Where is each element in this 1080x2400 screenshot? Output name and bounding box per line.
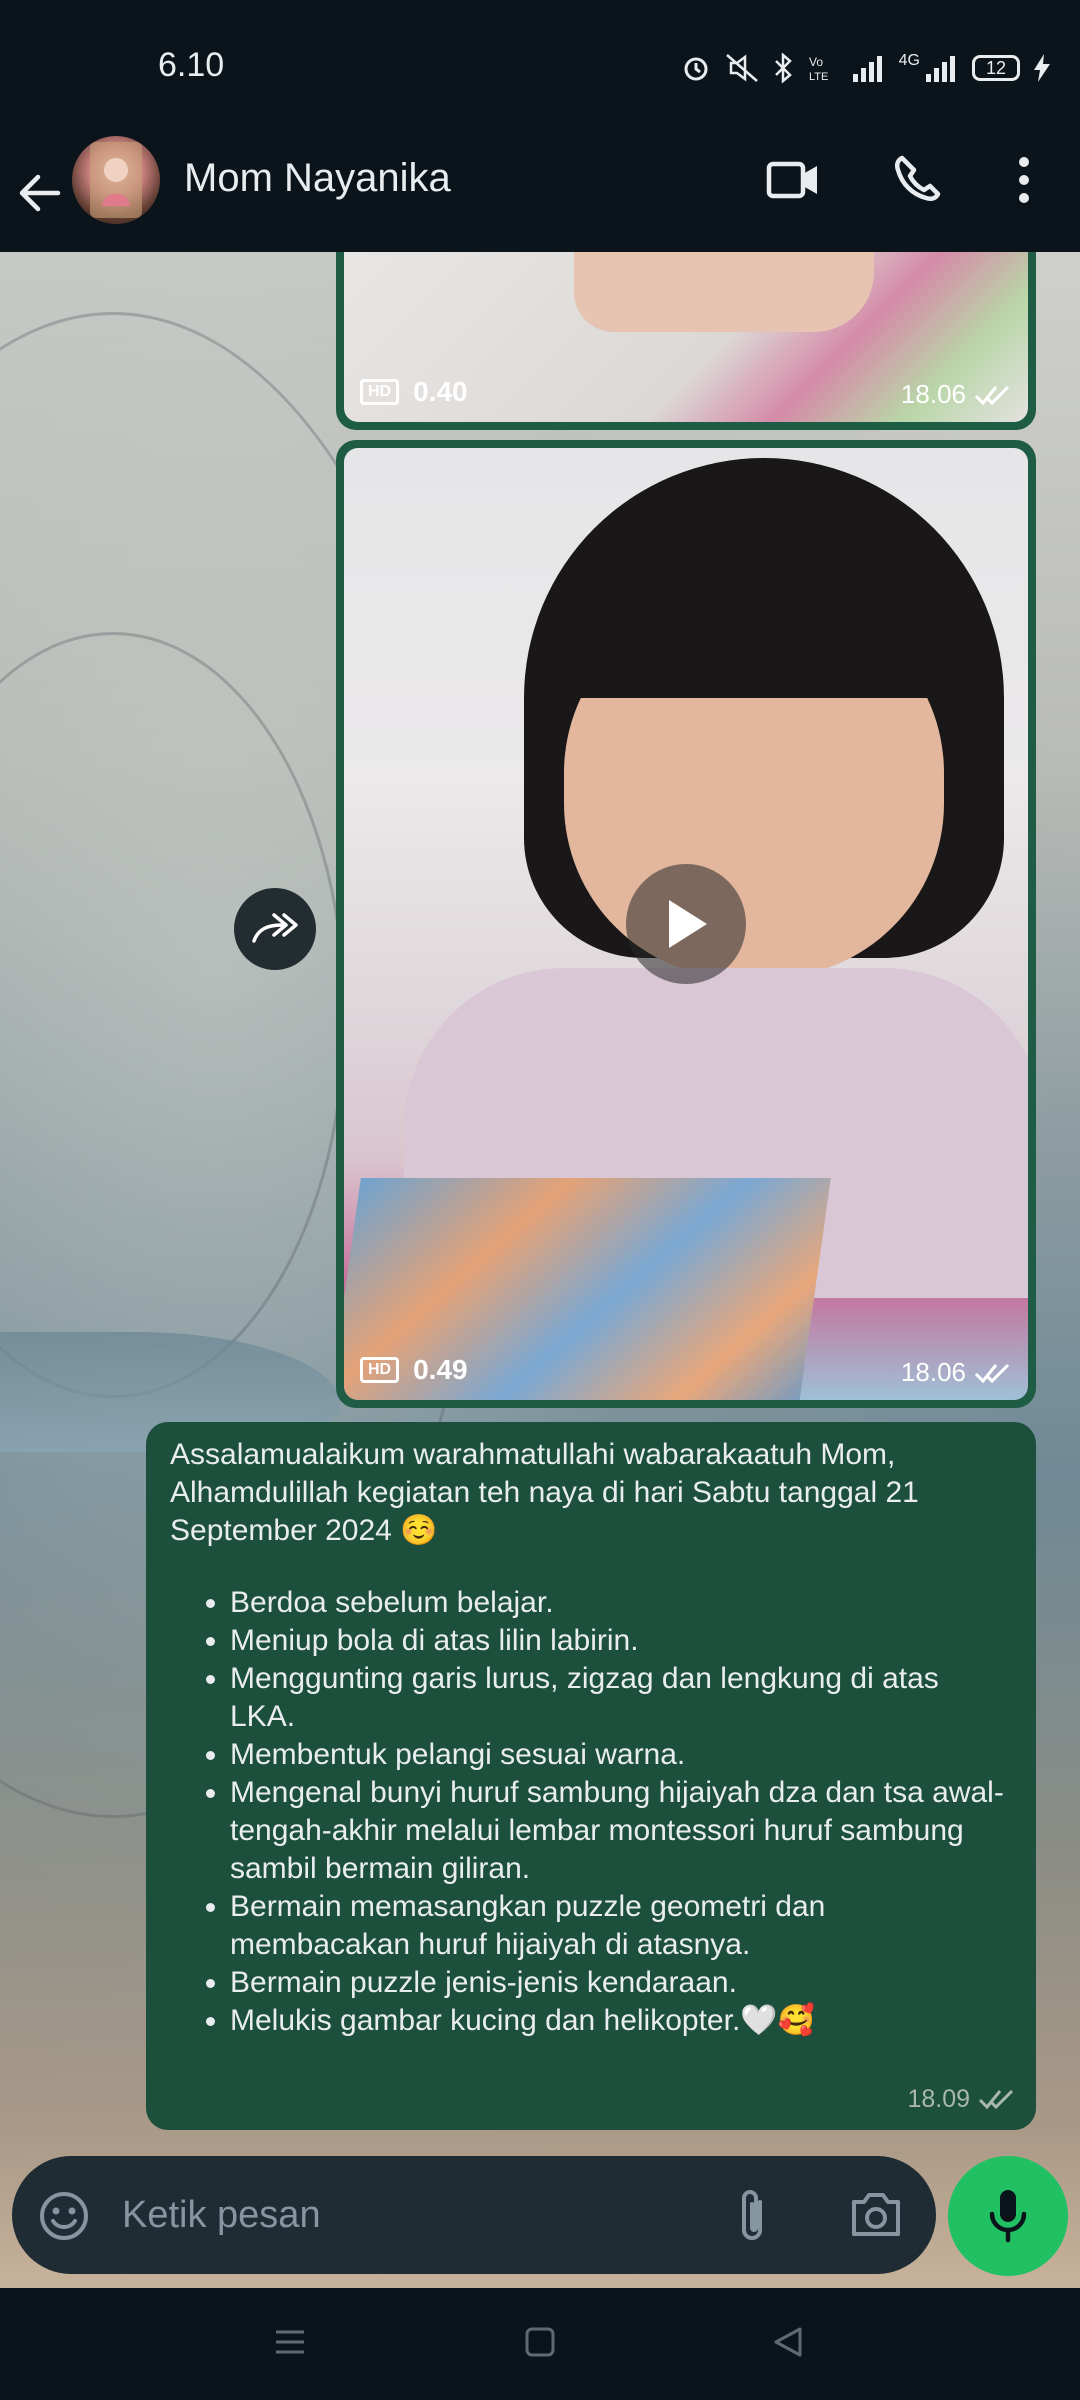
- list-item: Bermain memasangkan puzzle geometri dan …: [230, 1888, 1012, 1964]
- status-bar: 6.10 Vo LTE 4G 12: [0, 0, 1080, 134]
- phone-icon: [894, 155, 941, 202]
- svg-text:LTE: LTE: [809, 71, 828, 83]
- more-options-button[interactable]: [1006, 150, 1042, 215]
- hd-badge: HD: [360, 1357, 400, 1383]
- bluetooth-icon: [774, 53, 792, 83]
- home-button[interactable]: [522, 2324, 558, 2365]
- forward-icon: [252, 913, 298, 943]
- text-message[interactable]: Assalamualaikum warahmatullahi wabarakaa…: [146, 1422, 1036, 2130]
- attach-button[interactable]: [732, 2186, 772, 2251]
- video-call-button[interactable]: [766, 150, 822, 215]
- system-navigation-bar: [0, 2288, 1080, 2400]
- message-intro: Assalamualaikum warahmatullahi wabarakaa…: [170, 1438, 919, 1547]
- signal-icon-2: [926, 56, 955, 82]
- avatar-image: [90, 142, 142, 218]
- camera-icon: [852, 2193, 900, 2236]
- avatar[interactable]: [72, 136, 160, 224]
- hand-shape: [574, 252, 874, 332]
- menu-icon: [276, 2330, 304, 2354]
- bangs-shape: [544, 518, 964, 698]
- video-message[interactable]: HD 0.49 18.06: [336, 440, 1036, 1408]
- more-icon: [1019, 157, 1029, 203]
- signal-icon: [852, 56, 882, 82]
- recents-button[interactable]: [272, 2324, 308, 2365]
- charging-icon: [1034, 54, 1050, 82]
- message-time-text: 18.06: [900, 379, 966, 409]
- attach-icon: [742, 2190, 762, 2240]
- emoji-button[interactable]: [38, 2190, 90, 2247]
- camera-button[interactable]: [848, 2190, 904, 2245]
- emoji-icon: [40, 2192, 88, 2240]
- play-icon: [669, 900, 707, 948]
- list-item: Meniup bola di atas lilin labirin.: [230, 1622, 1012, 1660]
- video-meta: HD 0.49: [360, 1354, 468, 1386]
- video-message[interactable]: HD 0.40 18.06: [336, 252, 1036, 430]
- list-item: Bermain puzzle jenis-jenis kendaraan.: [230, 1964, 1012, 2002]
- status-icons: Vo LTE 4G 12: [681, 48, 1050, 88]
- voice-message-button[interactable]: [948, 2156, 1068, 2276]
- list-item: Melukis gambar kucing dan helikopter.🤍🥰: [230, 2002, 1012, 2040]
- alarm-icon: [684, 57, 708, 81]
- message-time-text: 18.06: [900, 1357, 966, 1387]
- video-duration: 0.40: [413, 376, 468, 407]
- svg-text:Vo: Vo: [809, 55, 823, 69]
- message-time: 18.06: [901, 379, 1012, 410]
- list-item: Membentuk pelangi sesuai warna.: [230, 1736, 1012, 1774]
- hd-badge: HD: [360, 379, 400, 405]
- list-item: Menggunting garis lurus, zigzag dan leng…: [230, 1660, 1012, 1736]
- network-type: 4G: [898, 52, 920, 69]
- activity-list: Berdoa sebelum belajar. Meniup bola di a…: [170, 1584, 1012, 2040]
- message-time: 18.06: [901, 1357, 1012, 1388]
- double-check-icon: [974, 385, 1010, 405]
- double-check-icon: [974, 1363, 1010, 1383]
- voice-call-button[interactable]: [890, 150, 946, 215]
- contact-name[interactable]: Mom Nayanika: [184, 156, 451, 201]
- message-time: 18.09: [907, 2080, 1016, 2118]
- video-meta: HD 0.40: [360, 376, 468, 408]
- message-input-bar: Ketik pesan: [12, 2156, 936, 2274]
- video-call-icon: [766, 161, 817, 199]
- mic-icon: [989, 2190, 1027, 2243]
- back-button[interactable]: [18, 158, 68, 228]
- status-time: 6.10: [158, 46, 225, 84]
- home-square-icon: [525, 2327, 555, 2357]
- message-time-text: 18.09: [907, 2085, 970, 2113]
- double-check-icon: [978, 2089, 1014, 2110]
- list-item: Berdoa sebelum belajar.: [230, 1584, 1012, 1622]
- video-thumbnail: HD 0.40 18.06: [344, 252, 1028, 422]
- back-arrow-icon: [19, 174, 61, 212]
- list-item: Mengenal bunyi huruf sambung hijaiyah dz…: [230, 1774, 1012, 1888]
- message-input[interactable]: Ketik pesan: [122, 2194, 321, 2237]
- video-duration: 0.49: [413, 1354, 468, 1385]
- forward-button[interactable]: [234, 888, 316, 970]
- play-button[interactable]: [626, 864, 746, 984]
- video-thumbnail: HD 0.49 18.06: [344, 448, 1028, 1400]
- battery-indicator: 12: [972, 55, 1020, 81]
- volte-icon: Vo LTE: [809, 55, 828, 83]
- system-back-button[interactable]: [770, 2324, 806, 2365]
- mute-icon: [725, 54, 758, 82]
- back-triangle-icon: [774, 2327, 802, 2357]
